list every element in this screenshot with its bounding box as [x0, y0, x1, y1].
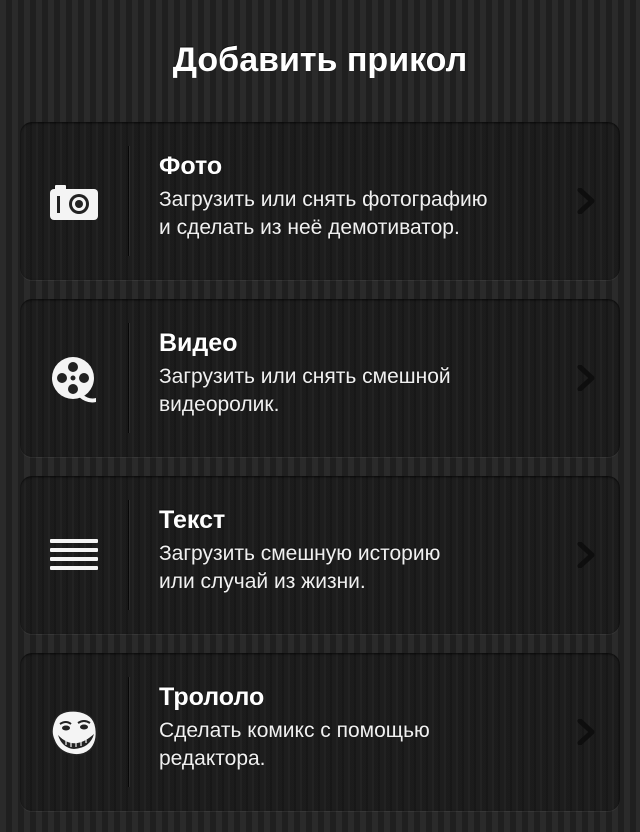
add-content-menu: Фото Загрузить или снять фотографию и сд… — [20, 122, 620, 830]
chevron-right-icon — [574, 188, 598, 214]
menu-item-title: Текст — [159, 506, 226, 534]
text-lines-icon — [48, 530, 100, 582]
menu-item-photo[interactable]: Фото Загрузить или снять фотографию и сд… — [20, 122, 620, 280]
divider — [128, 146, 130, 256]
menu-item-description: Сделать комикс с помощью редактора. — [159, 719, 430, 770]
page-title: Добавить прикол — [172, 40, 468, 79]
divider — [128, 500, 130, 610]
menu-item-video[interactable]: Видео Загрузить или снять смешной видеор… — [20, 299, 620, 457]
troll-face-icon — [48, 707, 100, 759]
menu-item-trololo[interactable]: Трололо Сделать комикс с помощью редакто… — [20, 653, 620, 811]
chevron-right-icon — [574, 542, 598, 568]
chevron-right-icon — [574, 365, 598, 391]
menu-item-text-story[interactable]: Текст Загрузить смешную историю или случ… — [20, 476, 620, 634]
chevron-right-icon — [574, 719, 598, 745]
film-reel-icon — [48, 353, 100, 405]
menu-item-text: Текст Загрузить смешную историю или случ… — [159, 504, 579, 596]
menu-item-title: Трололо — [159, 683, 265, 711]
divider — [128, 323, 130, 433]
divider — [128, 677, 130, 787]
menu-item-text: Видео Загрузить или снять смешной видеор… — [159, 327, 579, 419]
menu-item-title: Видео — [159, 329, 238, 357]
menu-item-description: Загрузить или снять фотографию и сделать… — [159, 188, 488, 239]
menu-item-description: Загрузить смешную историю или случай из … — [159, 542, 441, 593]
menu-item-description: Загрузить или снять смешной видеоролик. — [159, 365, 451, 416]
menu-item-title: Фото — [159, 152, 223, 180]
camera-icon — [48, 176, 100, 228]
menu-item-text: Трололо Сделать комикс с помощью редакто… — [159, 681, 579, 773]
menu-item-text: Фото Загрузить или снять фотографию и сд… — [159, 150, 579, 242]
header: Добавить прикол — [0, 0, 640, 124]
